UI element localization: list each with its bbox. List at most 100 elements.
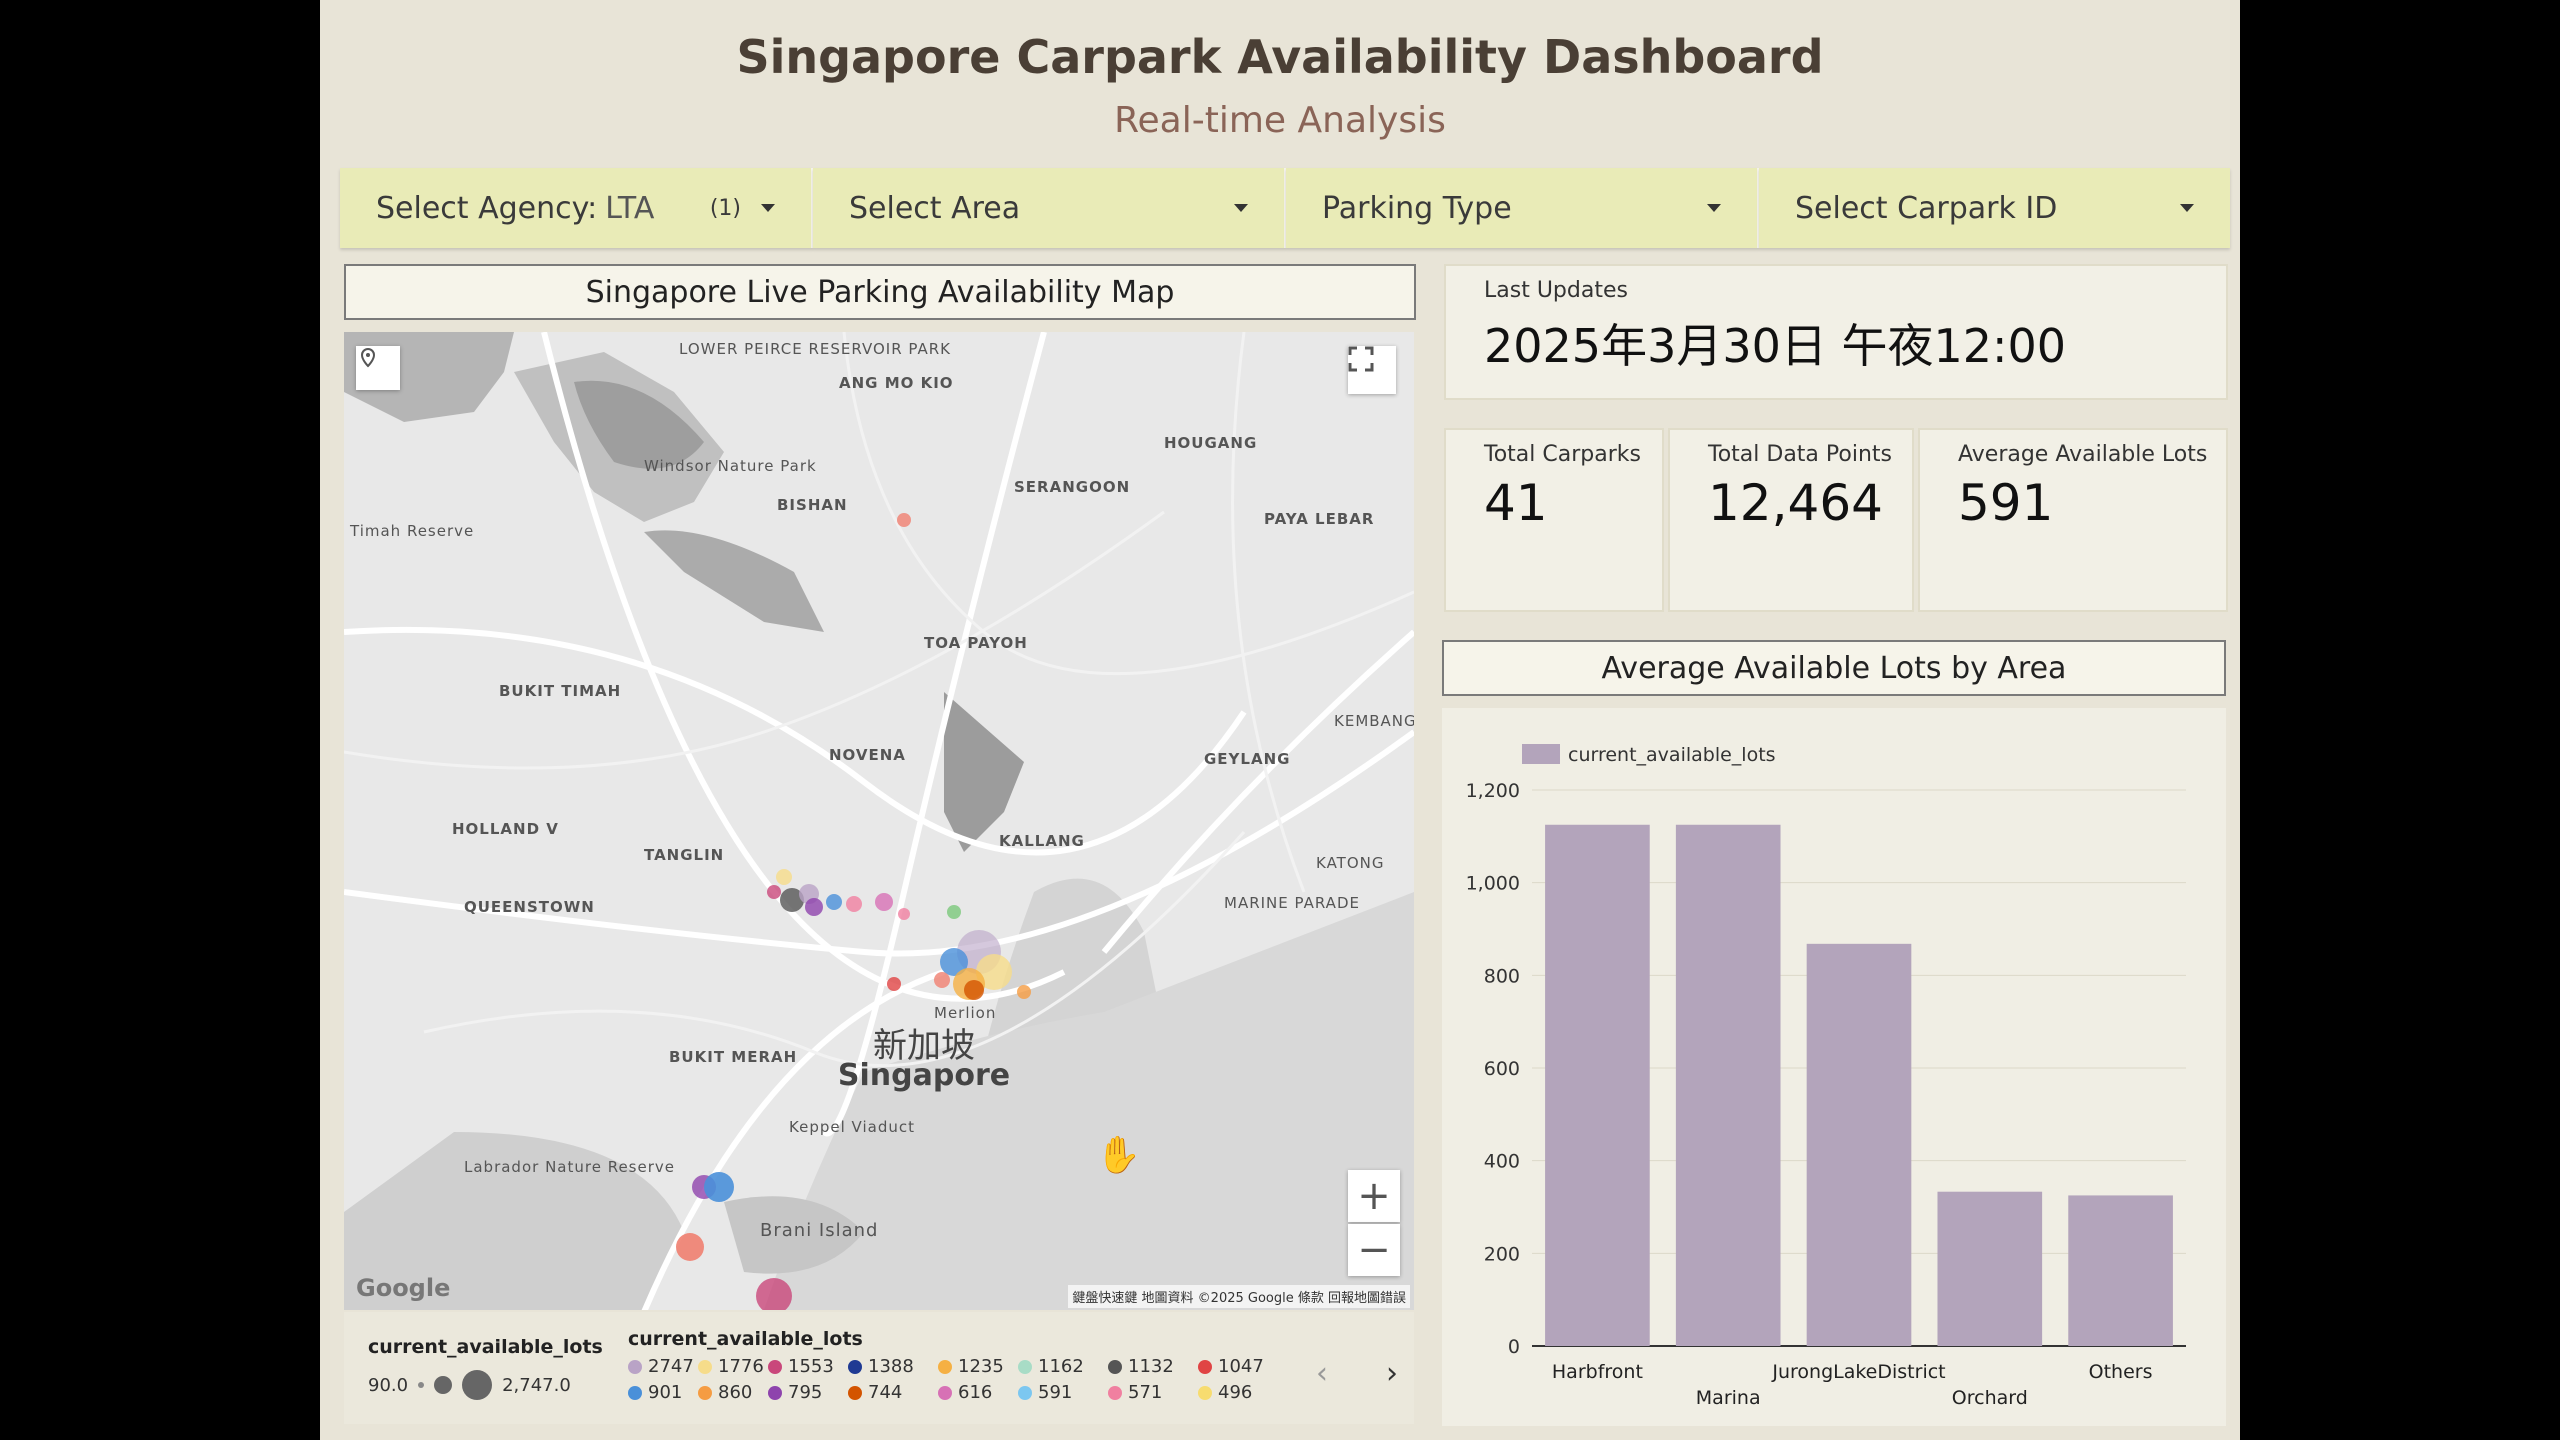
color-legend-item: 901 — [628, 1382, 682, 1403]
bar-chart: current_available_lots 0 200 400 600 800 1,000… — [1466, 744, 2186, 1409]
map-label: Brani Island — [760, 1220, 879, 1241]
color-legend-item: 496 — [1198, 1382, 1252, 1403]
zoom-out-button[interactable]: − — [1348, 1224, 1400, 1276]
chart-title: Average Available Lots by Area — [1442, 640, 2226, 696]
color-legend-item: 1388 — [848, 1356, 914, 1377]
chevron-down-icon — [2180, 204, 2194, 212]
map-label: HOUGANG — [1164, 434, 1258, 452]
bar — [1937, 1191, 2043, 1346]
filter-bar: Select Agency: LTA (1) Select Area Parki… — [340, 168, 2230, 248]
color-legend-label: 901 — [648, 1382, 683, 1403]
legend-dot-icon — [698, 1359, 712, 1374]
map-attribution[interactable]: 鍵盤快速鍵 地圖資料 ©2025 Google 條款 回報地圖錯誤 — [1068, 1285, 1410, 1308]
legend-swatch — [1522, 744, 1560, 764]
dashboard-title: Singapore Carpark Availability Dashboard — [736, 30, 1824, 84]
color-legend-item: 795 — [768, 1382, 822, 1403]
parking-type-filter[interactable]: Parking Type — [1286, 168, 1759, 248]
agency-filter[interactable]: Select Agency: LTA (1) — [340, 168, 813, 248]
avg-available-lots-card: Average Available Lots 591 — [1918, 428, 2228, 612]
chevron-down-icon — [761, 204, 775, 212]
color-legend-item: 744 — [848, 1382, 902, 1403]
color-legend-item: 1776 — [698, 1356, 764, 1377]
carpark-id-filter[interactable]: Select Carpark ID — [1759, 168, 2230, 248]
legend-next-icon[interactable]: › — [1386, 1356, 1398, 1391]
size-legend-max-label: 2,747.0 — [502, 1374, 571, 1396]
parking-map[interactable]: Lower Peirce Reservoir Park ANG MO KIO H… — [344, 332, 1414, 1310]
color-legend-item: 1162 — [1018, 1356, 1084, 1377]
legend-dot-icon — [1108, 1385, 1122, 1400]
map-label: BUKIT MERAH — [669, 1048, 798, 1066]
legend-label: current_available_lots — [1568, 744, 1776, 766]
size-legend-min-label: 90.0 — [368, 1374, 409, 1396]
google-logo: Google — [356, 1274, 451, 1302]
legend-dot-icon — [848, 1359, 862, 1374]
large-circle-icon — [462, 1370, 493, 1400]
x-tick-label: Harbfront — [1552, 1361, 1643, 1383]
map-label: Lower Peirce Reservoir Park — [679, 340, 951, 358]
legend-dot-icon — [1198, 1385, 1212, 1400]
agency-filter-count: (1) — [709, 195, 741, 221]
carpark-id-filter-label: Select Carpark ID — [1795, 190, 2058, 226]
map-label: GEYLANG — [1204, 750, 1291, 768]
color-legend-item: 1235 — [938, 1356, 1004, 1377]
locate-icon[interactable] — [356, 346, 400, 390]
total-data-points-card: Total Data Points 12,464 — [1668, 428, 1914, 612]
color-legend-label: 860 — [718, 1382, 753, 1403]
y-tick-label: 1,200 — [1466, 780, 1520, 802]
x-tick-label: JurongLakeDistrict — [1771, 1361, 1945, 1383]
x-tick-label: Others — [2089, 1361, 2153, 1383]
hand-cursor-icon: ✋ — [1096, 1135, 1141, 1176]
dashboard-page: Singapore Carpark Availability Dashboard… — [320, 0, 2240, 1440]
map-label: TOA PAYOH — [924, 634, 1028, 652]
map-label: HOLLAND V — [452, 820, 559, 838]
y-tick-label: 200 — [1484, 1243, 1520, 1265]
legend-dot-icon — [628, 1385, 642, 1400]
agency-filter-value: LTA — [605, 190, 655, 226]
map-label: BISHAN — [777, 496, 848, 514]
color-legend-label: 1162 — [1038, 1356, 1084, 1377]
legend-dot-icon — [1018, 1359, 1032, 1374]
map-legend: current_available_lots 90.0 2,747.0 curr… — [344, 1312, 1414, 1424]
fullscreen-icon[interactable] — [1348, 346, 1396, 394]
legend-prev-icon[interactable]: ‹ — [1316, 1356, 1328, 1391]
color-legend-label: 616 — [958, 1382, 993, 1403]
map-title: Singapore Live Parking Availability Map — [344, 264, 1416, 320]
last-updates-value: 2025年3月30日 午夜12:00 — [1484, 319, 2067, 373]
map-label: Windsor Nature Park — [644, 457, 817, 475]
color-legend-item: 1553 — [768, 1356, 834, 1377]
color-legend-item: 860 — [698, 1382, 752, 1403]
last-updates-label: Last Updates — [1484, 278, 1628, 303]
y-tick-label: 600 — [1484, 1058, 1520, 1080]
color-legend-label: 496 — [1218, 1382, 1253, 1403]
bar — [1806, 943, 1912, 1346]
total-carparks-card: Total Carparks 41 — [1444, 428, 1664, 612]
color-legend-item: 2747 — [628, 1356, 694, 1377]
map-label: MARINE PARADE — [1224, 894, 1360, 912]
zoom-in-button[interactable]: + — [1348, 1170, 1400, 1222]
area-filter-label: Select Area — [849, 190, 1021, 226]
color-legend-label: 1132 — [1128, 1356, 1174, 1377]
y-tick-label: 800 — [1484, 965, 1520, 987]
map-label: TANGLIN — [644, 846, 725, 864]
dashboard-subtitle: Real-time Analysis — [1114, 100, 1446, 141]
last-updates-card: Last Updates 2025年3月30日 午夜12:00 — [1444, 264, 2228, 400]
legend-dot-icon — [698, 1385, 712, 1400]
map-label: Timah Reserve — [350, 522, 475, 540]
legend-dot-icon — [768, 1385, 782, 1400]
legend-dot-icon — [938, 1385, 952, 1400]
color-legend-label: 571 — [1128, 1382, 1163, 1403]
size-legend-title: current_available_lots — [368, 1336, 603, 1358]
map-label: PAYA LEBAR — [1264, 510, 1375, 528]
map-label: SERANGOON — [1014, 478, 1131, 496]
map-label: KATONG — [1316, 854, 1385, 872]
agency-filter-label: Select Agency: — [376, 190, 598, 226]
area-filter[interactable]: Select Area — [813, 168, 1286, 248]
map-label: ANG MO KIO — [839, 374, 954, 392]
x-tick-label: Marina — [1696, 1387, 1761, 1409]
total-carparks-label: Total Carparks — [1484, 442, 1641, 467]
color-legend-item: 1132 — [1108, 1356, 1174, 1377]
total-data-points-label: Total Data Points — [1708, 442, 1892, 467]
chevron-down-icon — [1234, 204, 1248, 212]
map-city-label-en: Singapore — [837, 1058, 1011, 1093]
color-legend-item: 591 — [1018, 1382, 1072, 1403]
